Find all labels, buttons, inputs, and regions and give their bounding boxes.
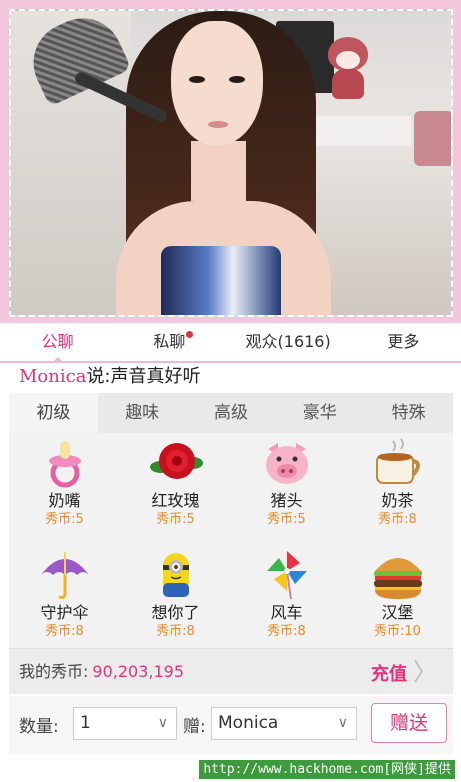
send-gift-bar: 数量: 1 ∨ 赠: Monica ∨ 赠送 xyxy=(9,696,453,754)
gift-panel: 初级 趣味 高级 豪华 特殊 奶嘴 秀币:5 红玫瑰 秀币:5 猪头 秀币:5 xyxy=(9,393,453,655)
gift-item-hamburger[interactable]: 汉堡 秀币:10 xyxy=(342,549,453,661)
gift-tab-basic[interactable]: 初级 xyxy=(9,393,98,433)
balance-value: 90,203,195 xyxy=(92,662,185,681)
tab-more[interactable]: 更多 xyxy=(346,323,461,361)
hamburger-icon xyxy=(371,549,425,601)
gift-item-pig-head[interactable]: 猪头 秀币:5 xyxy=(231,437,342,549)
balance-bar: 我的秀币: 90,203,195 充值〉 xyxy=(9,648,453,694)
quantity-select[interactable]: 1 ∨ xyxy=(73,707,177,740)
gift-item-milk-tea[interactable]: 奶茶 秀币:8 xyxy=(342,437,453,549)
gift-category-tabs: 初级 趣味 高级 豪华 特殊 xyxy=(9,393,453,433)
gift-item-red-rose[interactable]: 红玫瑰 秀币:5 xyxy=(120,437,231,549)
tab-private-chat[interactable]: 私聊 xyxy=(115,323,230,361)
chat-message: 说:声音真好听 xyxy=(86,366,201,387)
pinwheel-icon xyxy=(260,549,314,601)
chevron-down-icon: ∨ xyxy=(157,715,168,731)
milk-tea-icon xyxy=(371,437,425,489)
red-rose-icon xyxy=(149,437,203,489)
quantity-label: 数量: xyxy=(19,717,59,737)
recipient-select[interactable]: Monica ∨ xyxy=(211,707,357,740)
live-video[interactable] xyxy=(9,9,453,317)
watermark-text: http://www.hackhome.com[网侠]提供 xyxy=(199,760,455,779)
pig-head-icon xyxy=(260,437,314,489)
room-tabs: 公聊 私聊 观众(1616) 更多 xyxy=(0,323,461,363)
gift-tab-advanced[interactable]: 高级 xyxy=(187,393,276,433)
pacifier-icon xyxy=(38,437,92,489)
recharge-button[interactable]: 充值〉 xyxy=(371,649,437,698)
chat-line: Monica说:声音真好听 xyxy=(0,363,461,391)
umbrella-icon xyxy=(38,549,92,601)
chevron-right-icon: 〉 xyxy=(413,658,437,686)
balance-label: 我的秀币: xyxy=(19,662,89,681)
gift-item-umbrella[interactable]: 守护伞 秀币:8 xyxy=(9,549,120,661)
watermark: http://www.hackhome.com[网侠]提供 xyxy=(0,757,461,782)
gift-grid: 奶嘴 秀币:5 红玫瑰 秀币:5 猪头 秀币:5 奶茶 秀币:8 守护伞 秀币:… xyxy=(9,433,453,661)
gift-tab-luxury[interactable]: 豪华 xyxy=(275,393,364,433)
video-frame xyxy=(0,0,461,323)
send-gift-button[interactable]: 赠送 xyxy=(371,703,447,743)
tab-public-chat[interactable]: 公聊 xyxy=(0,323,115,363)
gift-item-minion[interactable]: 想你了 秀币:8 xyxy=(120,549,231,661)
minion-icon xyxy=(149,549,203,601)
gift-item-pinwheel[interactable]: 风车 秀币:8 xyxy=(231,549,342,661)
tab-audience[interactable]: 观众(1616) xyxy=(231,323,346,361)
gift-tab-fun[interactable]: 趣味 xyxy=(98,393,187,433)
unread-dot xyxy=(186,331,194,338)
recipient-label: 赠: xyxy=(183,717,206,737)
gift-item-pacifier[interactable]: 奶嘴 秀币:5 xyxy=(9,437,120,549)
streamer xyxy=(106,11,366,315)
gift-tab-special[interactable]: 特殊 xyxy=(364,393,453,433)
chat-username[interactable]: Monica xyxy=(19,366,86,387)
chevron-down-icon: ∨ xyxy=(337,715,348,731)
